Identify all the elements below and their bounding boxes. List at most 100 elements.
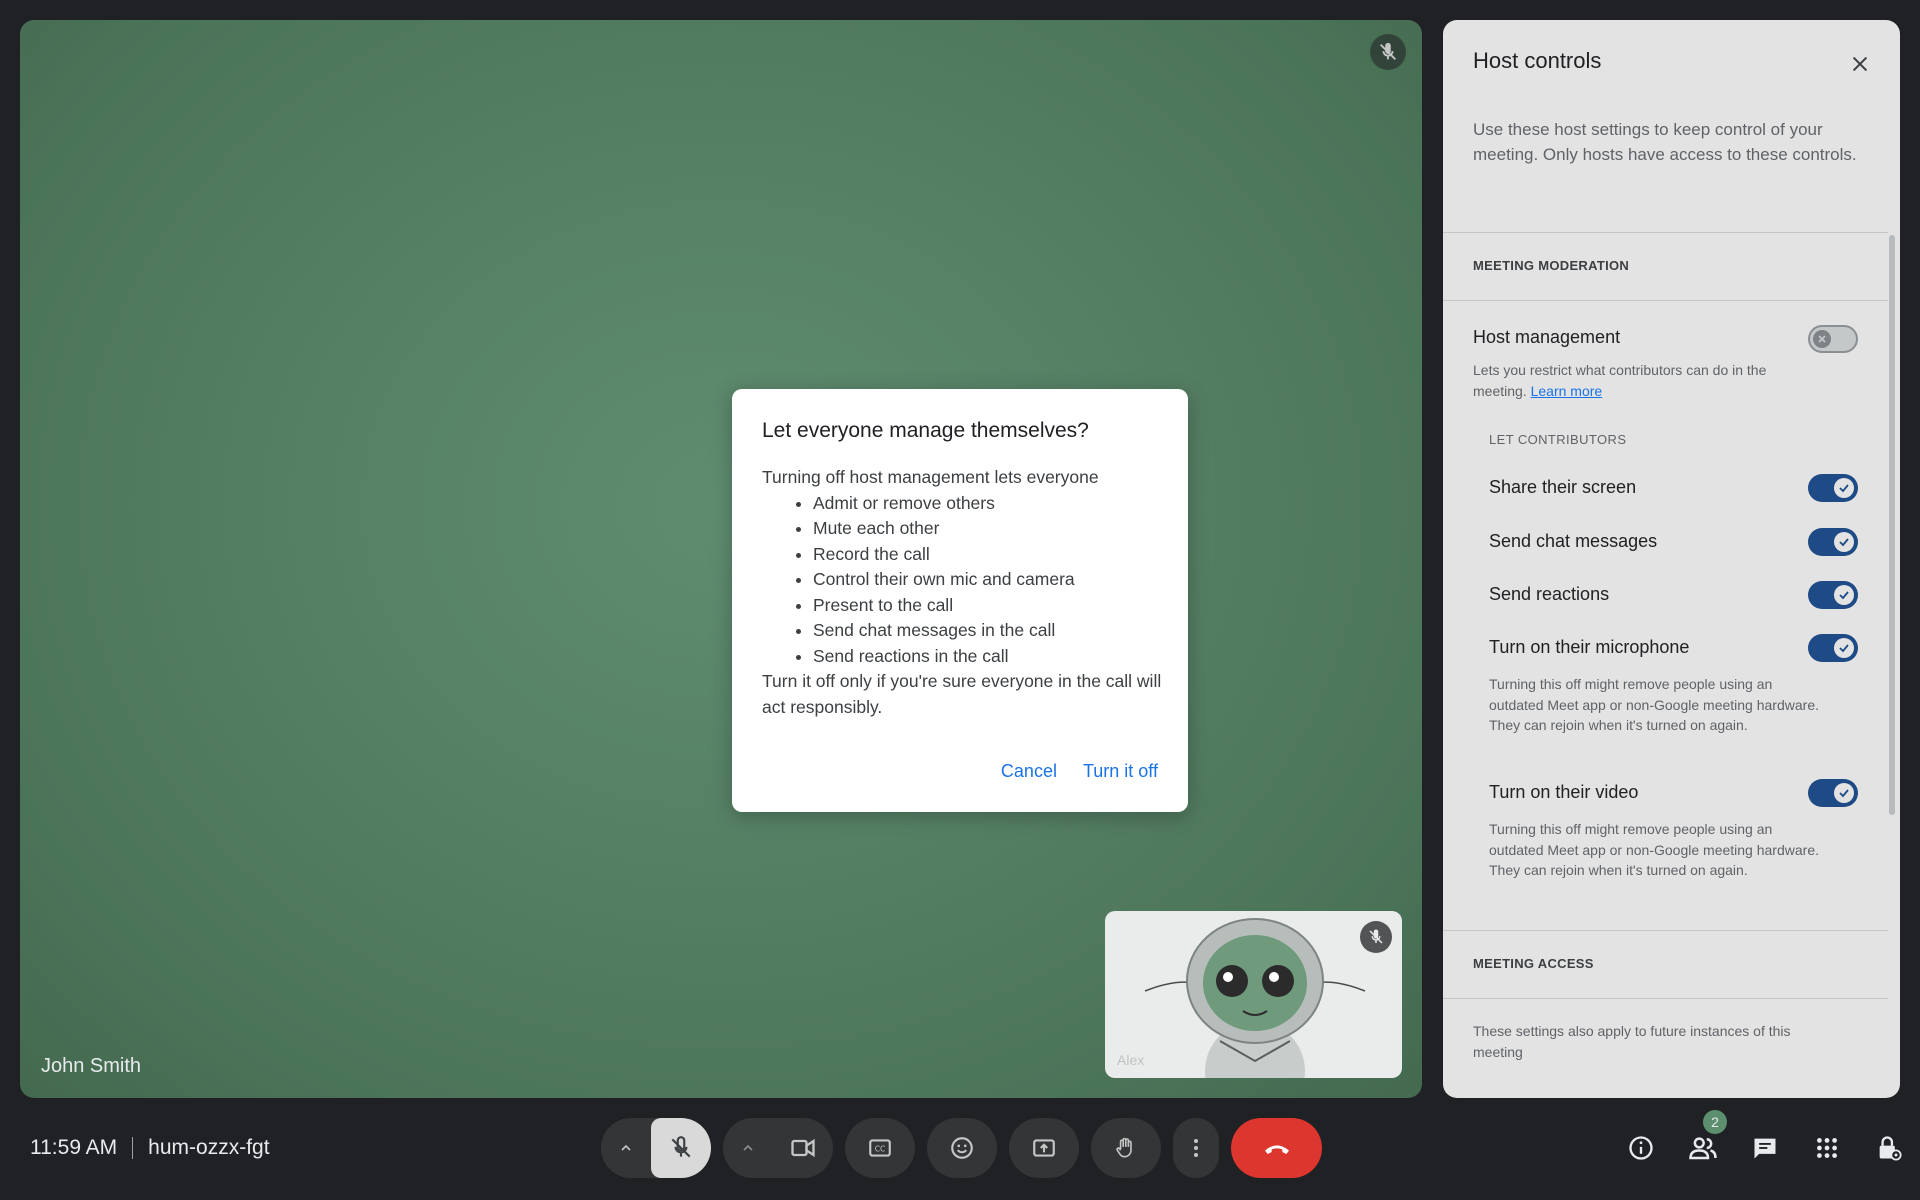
dialog-actions: Cancel Turn it off xyxy=(991,751,1168,792)
divider xyxy=(1443,300,1888,301)
host-management-toggle[interactable] xyxy=(1808,325,1858,353)
people-button[interactable]: 2 xyxy=(1672,1110,1734,1173)
host-lock-icon xyxy=(1879,1136,1902,1161)
camera-control-group xyxy=(723,1118,833,1178)
microphone-label: Turn on their microphone xyxy=(1489,637,1690,657)
host-controls-panel: Host controls Use these host settings to… xyxy=(1443,20,1900,1098)
host-management-desc-text: Lets you restrict what contributors can … xyxy=(1473,362,1767,399)
video-label: Turn on their video xyxy=(1489,782,1639,802)
list-item: Record the call xyxy=(813,542,1167,568)
captions-button[interactable]: CC xyxy=(845,1118,915,1178)
chat-button[interactable] xyxy=(1734,1123,1796,1173)
let-contributors-heading: LET CONTRIBUTORS xyxy=(1489,432,1627,447)
raise-hand-icon xyxy=(1116,1137,1132,1158)
video-options-button[interactable] xyxy=(723,1118,773,1178)
confirm-dialog: Let everyone manage themselves? Turning … xyxy=(732,389,1188,812)
check-icon xyxy=(1834,532,1854,552)
list-item: Send chat messages in the call xyxy=(813,618,1167,644)
list-item: Control their own mic and camera xyxy=(813,567,1167,593)
info-icon xyxy=(1629,1136,1653,1160)
send-chat-label: Send chat messages xyxy=(1489,531,1658,551)
host-management-desc: Lets you restrict what contributors can … xyxy=(1473,360,1803,401)
dialog-outro: Turn it off only if you're sure everyone… xyxy=(762,671,1162,717)
microphone-desc: Turning this off might remove people usi… xyxy=(1489,676,1819,733)
meeting-access-heading: MEETING ACCESS xyxy=(1473,956,1594,971)
right-tools: 2 xyxy=(1610,1110,1920,1173)
share-screen-label: Share their screen xyxy=(1489,477,1637,497)
more-vert-icon xyxy=(1194,1139,1198,1157)
divider xyxy=(1443,232,1888,233)
check-icon xyxy=(1834,638,1854,658)
divider xyxy=(132,1137,134,1159)
svg-text:CC: CC xyxy=(875,1144,886,1153)
self-view-tile[interactable]: Alex xyxy=(1105,911,1402,1078)
activities-button[interactable] xyxy=(1796,1123,1858,1173)
divider xyxy=(1443,930,1888,931)
learn-more-link[interactable]: Learn more xyxy=(1531,383,1603,399)
meeting-moderation-heading: MEETING MODERATION xyxy=(1473,258,1630,273)
send-reactions-label: Send reactions xyxy=(1489,584,1610,604)
people-count-badge: 2 xyxy=(1703,1110,1727,1134)
meeting-code: hum-ozzx-fgt xyxy=(148,1136,270,1159)
chevron-up-icon xyxy=(621,1144,631,1151)
camera-button[interactable] xyxy=(773,1118,833,1178)
list-item: Send reactions in the call xyxy=(813,644,1167,670)
audio-options-button[interactable] xyxy=(601,1118,651,1178)
panel-intro: Use these host settings to keep control … xyxy=(1473,120,1857,164)
check-icon xyxy=(1834,478,1854,498)
chat-icon xyxy=(1754,1138,1776,1159)
mic-off-icon xyxy=(671,1136,691,1158)
closed-captions-icon: CC xyxy=(869,1139,891,1157)
dialog-title: Let everyone manage themselves? xyxy=(762,419,1089,442)
present-button[interactable] xyxy=(1009,1118,1079,1178)
dialog-body: Turning off host management lets everyon… xyxy=(762,465,1167,720)
meeting-details-button[interactable] xyxy=(1610,1123,1672,1173)
apps-grid-icon xyxy=(1817,1138,1837,1158)
microphone-button[interactable] xyxy=(651,1118,711,1178)
meeting-access-desc: These settings also apply to future inst… xyxy=(1473,1023,1791,1060)
avatar xyxy=(1144,918,1366,1078)
microphone-toggle[interactable] xyxy=(1808,634,1858,662)
bottom-toolbar: 11:59 AM hum-ozzx-fgt CC 2 xyxy=(0,1098,1920,1200)
emoji-icon xyxy=(951,1137,973,1159)
meeting-info: 11:59 AM hum-ozzx-fgt xyxy=(30,1136,270,1160)
mic-control-group xyxy=(601,1118,711,1178)
video-toggle[interactable] xyxy=(1808,779,1858,807)
hang-up-icon xyxy=(1264,1145,1289,1154)
send-chat-toggle[interactable] xyxy=(1808,528,1858,556)
x-icon xyxy=(1813,330,1831,348)
host-management-label: Host management xyxy=(1473,327,1621,347)
share-screen-toggle[interactable] xyxy=(1808,474,1858,502)
turn-it-off-button[interactable]: Turn it off xyxy=(1073,751,1168,792)
close-icon[interactable] xyxy=(1842,46,1878,82)
call-controls: CC xyxy=(601,1118,1322,1178)
dialog-list: Admit or remove others Mute each other R… xyxy=(762,491,1167,670)
main-video-stage: John Smith Alex xyxy=(20,20,1422,1098)
check-icon xyxy=(1834,585,1854,605)
list-item: Admit or remove others xyxy=(813,491,1167,517)
panel-title: Host controls xyxy=(1473,48,1602,73)
more-options-button[interactable] xyxy=(1173,1118,1219,1178)
mic-off-icon xyxy=(1370,34,1406,70)
chevron-up-icon xyxy=(743,1144,753,1151)
self-view-name: Alex xyxy=(1117,1052,1145,1068)
list-item: Present to the call xyxy=(813,593,1167,619)
list-item: Mute each other xyxy=(813,516,1167,542)
people-icon xyxy=(1689,1137,1717,1160)
clock-time: 11:59 AM xyxy=(30,1136,118,1159)
dialog-intro: Turning off host management lets everyon… xyxy=(762,467,1099,487)
video-desc: Turning this off might remove people usi… xyxy=(1489,821,1819,878)
camera-icon xyxy=(791,1138,815,1158)
send-reactions-toggle[interactable] xyxy=(1808,581,1858,609)
reactions-button[interactable] xyxy=(927,1118,997,1178)
raise-hand-button[interactable] xyxy=(1091,1118,1161,1178)
host-controls-button[interactable] xyxy=(1858,1123,1920,1173)
end-call-button[interactable] xyxy=(1231,1118,1322,1178)
check-icon xyxy=(1834,783,1854,803)
present-screen-icon xyxy=(1033,1139,1055,1157)
participant-name: John Smith xyxy=(41,1055,142,1077)
mic-off-icon xyxy=(1360,921,1392,953)
cancel-button[interactable]: Cancel xyxy=(991,751,1067,792)
panel-scrollbar[interactable] xyxy=(1889,235,1895,815)
divider xyxy=(1443,998,1888,999)
